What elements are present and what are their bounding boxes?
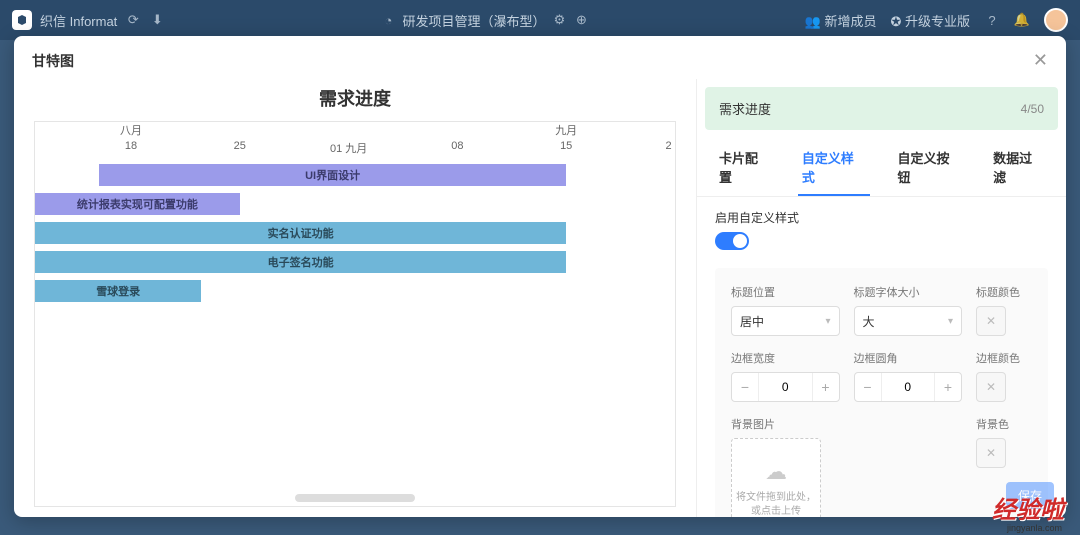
title-position-select[interactable]: 居中▾: [731, 306, 840, 336]
cloud-upload-icon: ☁: [765, 457, 787, 488]
topbar-left: 织信 Informat ⟳ ⬇: [12, 10, 165, 30]
gantt-bar[interactable]: UI界面设计: [99, 164, 566, 186]
add-member-button[interactable]: 👥 新增成员: [805, 11, 877, 30]
border-width-label: 边框宽度: [731, 350, 840, 366]
border-radius-label: 边框圆角: [854, 350, 963, 366]
modal-body: 需求进度 八月 九月 18 25 01 九月 08 15 2 UI界面设计统计报表实现可配置…: [14, 79, 1066, 517]
gantt-title: 需求进度: [14, 79, 696, 121]
tab-card-config[interactable]: 卡片配置: [715, 140, 774, 196]
day-label: 18: [125, 140, 137, 152]
minus-icon[interactable]: −: [732, 373, 758, 401]
minus-icon[interactable]: −: [855, 373, 881, 401]
topbar-right: 👥 新增成员 ✪ 升级专业版 ? 🔔: [805, 8, 1068, 32]
border-radius-stepper[interactable]: −0+: [854, 372, 963, 402]
tab-custom-style[interactable]: 自定义样式: [798, 140, 870, 196]
enable-style-toggle[interactable]: [715, 232, 749, 250]
panel-count: 4/50: [1021, 102, 1044, 116]
title-color-label: 标题颜色: [976, 284, 1032, 300]
day-label: 01 九月: [330, 140, 367, 156]
gantt-bar[interactable]: 电子签名功能: [35, 251, 566, 273]
plus-icon[interactable]: ⊕: [573, 12, 589, 28]
close-icon[interactable]: ✕: [1033, 50, 1048, 71]
modal-title: 甘特图: [32, 51, 74, 71]
upgrade-button[interactable]: ✪ 升级专业版: [890, 11, 970, 30]
enable-style-label: 启用自定义样式: [715, 209, 1048, 226]
title-size-label: 标题字体大小: [854, 284, 963, 300]
help-icon[interactable]: ?: [984, 12, 1000, 28]
gantt-bar[interactable]: 实名认证功能: [35, 222, 566, 244]
month-label: 九月: [555, 122, 577, 138]
border-color-picker[interactable]: ✕: [976, 372, 1006, 402]
topbar: 织信 Informat ⟳ ⬇ ◔ 研发项目管理（瀑布型） ⚙ ⊕ 👥 新增成员…: [0, 0, 1080, 40]
border-color-label: 边框颜色: [976, 350, 1032, 366]
download-icon[interactable]: ⬇: [149, 12, 165, 28]
avatar[interactable]: [1044, 8, 1068, 32]
horizontal-scrollbar[interactable]: [295, 494, 415, 502]
timeline-months: 八月 九月: [35, 122, 675, 140]
watermark-logo: 经验啦: [992, 490, 1064, 525]
border-width-stepper[interactable]: −0+: [731, 372, 840, 402]
gantt-bar[interactable]: 雪球登录: [35, 280, 201, 302]
refresh-icon[interactable]: ⟳: [125, 12, 141, 28]
timeline-days: 18 25 01 九月 08 15 2: [35, 140, 675, 158]
style-form: 标题位置 居中▾ 标题字体大小 大▾ 标题颜色 ✕: [715, 268, 1048, 517]
cube-icon: ◔: [380, 12, 396, 28]
chevron-down-icon: ▾: [948, 316, 953, 327]
brand-text: 织信 Informat: [40, 11, 117, 30]
title-size-select[interactable]: 大▾: [854, 306, 963, 336]
plus-icon[interactable]: +: [935, 373, 961, 401]
gantt-chart: 八月 九月 18 25 01 九月 08 15 2 UI界面设计统计报表实现可配置功能实名认…: [34, 121, 676, 507]
panel-body: 启用自定义样式 标题位置 居中▾ 标题字体大小 大▾ 标题颜色: [697, 197, 1066, 517]
day-label: 25: [234, 140, 246, 152]
plus-icon[interactable]: +: [813, 373, 839, 401]
modal: 甘特图 ✕ 需求进度 八月 九月 18 25 01 九月 08 15 2 UI界面设计统计报…: [14, 36, 1066, 517]
title-color-picker[interactable]: ✕: [976, 306, 1006, 336]
day-label: 15: [560, 140, 572, 152]
title-position-label: 标题位置: [731, 284, 840, 300]
center-title: 研发项目管理（瀑布型）: [402, 11, 545, 30]
bell-icon[interactable]: 🔔: [1014, 12, 1030, 28]
tab-custom-button[interactable]: 自定义按钮: [894, 140, 966, 196]
bg-image-upload[interactable]: ☁ 将文件拖到此处，或点击上传: [731, 438, 821, 517]
gear-icon[interactable]: ⚙: [551, 12, 567, 28]
day-label: 2: [666, 140, 672, 152]
chevron-down-icon: ▾: [825, 316, 830, 327]
panel-header: 需求进度 4/50: [705, 87, 1058, 130]
tab-data-filter[interactable]: 数据过滤: [989, 140, 1048, 196]
side-panel: 需求进度 4/50 卡片配置 自定义样式 自定义按钮 数据过滤 启用自定义样式 …: [696, 79, 1066, 517]
panel-header-title: 需求进度: [719, 99, 771, 118]
upload-hint: 将文件拖到此处，或点击上传: [732, 491, 820, 517]
modal-header: 甘特图 ✕: [14, 36, 1066, 79]
logo-icon: [12, 10, 32, 30]
bg-color-label: 背景色: [976, 416, 1032, 432]
gantt-bar[interactable]: 统计报表实现可配置功能: [35, 193, 240, 215]
bg-image-label: 背景图片: [731, 416, 821, 432]
bg-color-picker[interactable]: ✕: [976, 438, 1006, 468]
gantt-area: 需求进度 八月 九月 18 25 01 九月 08 15 2 UI界面设计统计报表实现可配置…: [14, 79, 696, 517]
topbar-center: ◔ 研发项目管理（瀑布型） ⚙ ⊕: [165, 11, 804, 30]
watermark-url: jingyanla.com: [1007, 523, 1062, 533]
month-label: 八月: [120, 122, 142, 138]
panel-tabs: 卡片配置 自定义样式 自定义按钮 数据过滤: [697, 130, 1066, 197]
day-label: 08: [451, 140, 463, 152]
